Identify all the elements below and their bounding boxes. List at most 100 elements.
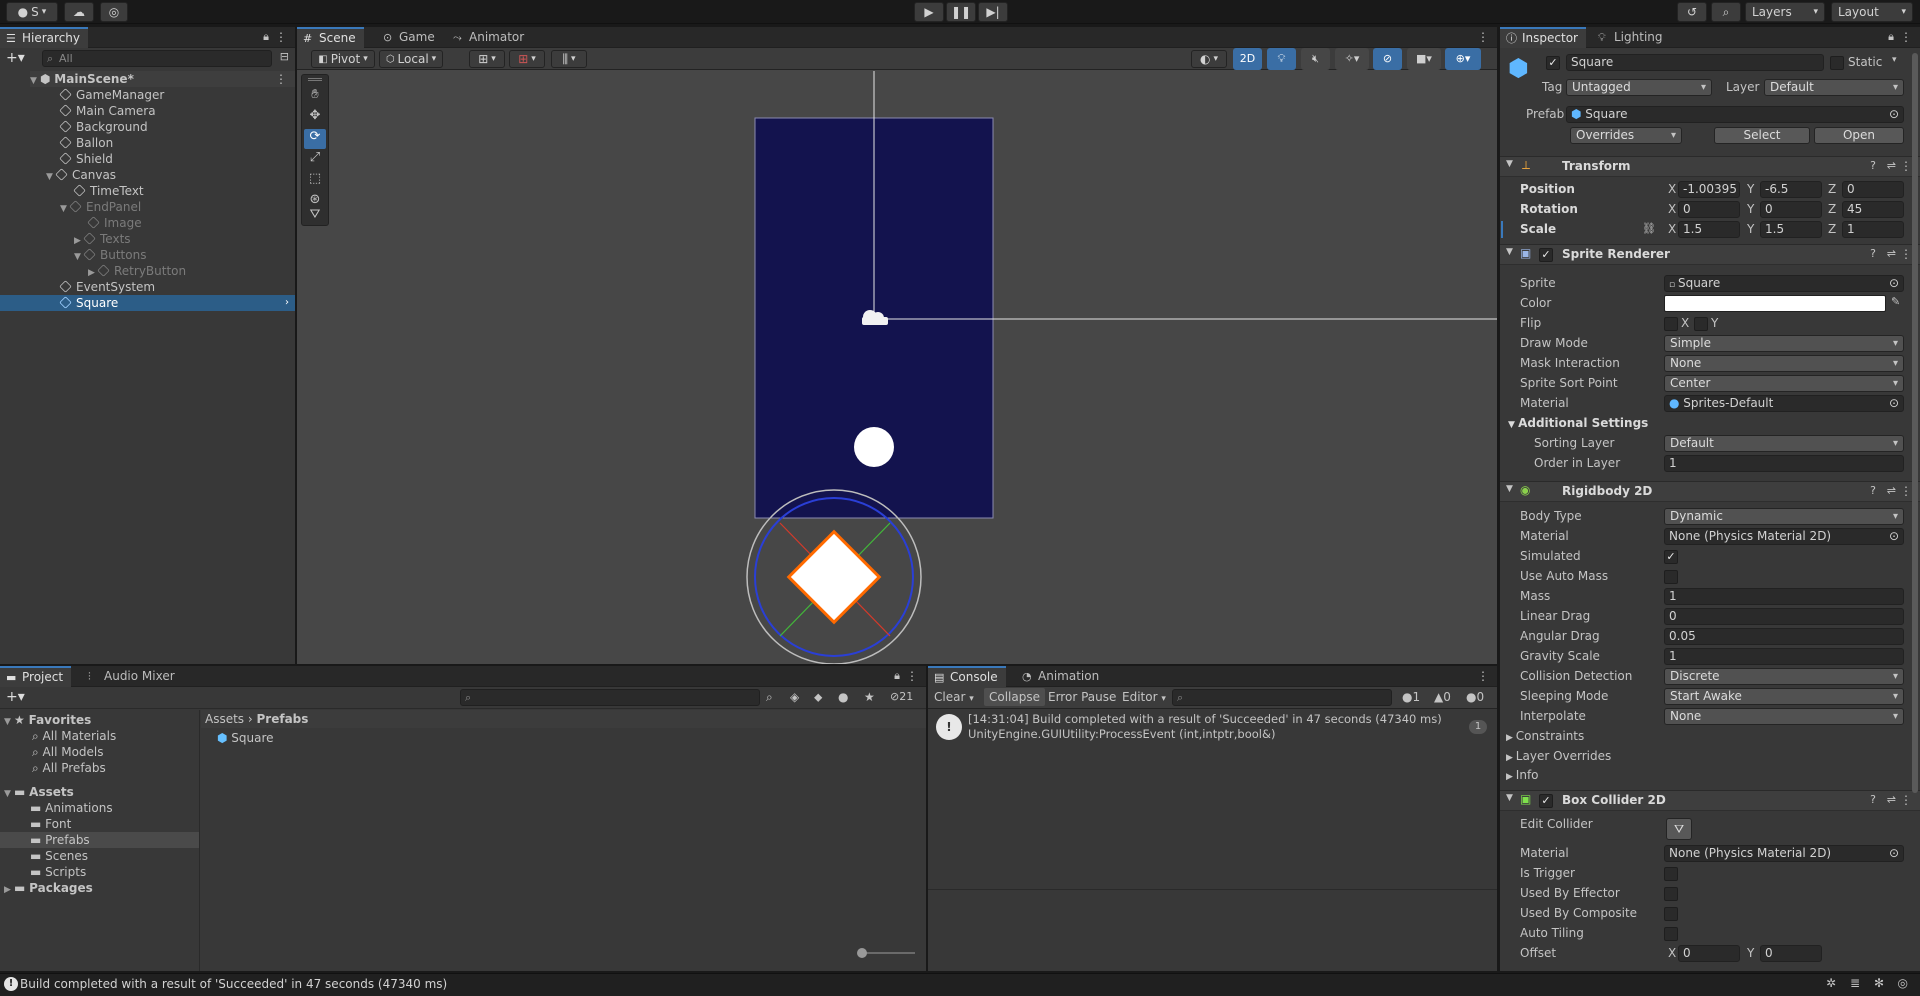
gravity-scale-field[interactable]: 1	[1664, 648, 1904, 665]
scene-canvas[interactable]	[297, 71, 1497, 664]
sorting-layer-dropdown[interactable]: Default	[1664, 435, 1904, 452]
folder-scripts[interactable]: ▬ Scripts	[30, 864, 86, 880]
star-icon[interactable]: ★	[864, 690, 875, 704]
auto-generate-lighting-icon[interactable]: ✻	[1874, 976, 1884, 990]
step-button[interactable]: ▶|	[978, 2, 1008, 22]
hierarchy-item-image[interactable]: Image	[87, 215, 142, 231]
hierarchy-search-input[interactable]: ⌕ All	[42, 50, 272, 67]
camera-dropdown[interactable]: ■▾	[1407, 48, 1441, 70]
preset-icon[interactable]: ⇌	[1887, 484, 1896, 497]
use-auto-mass-checkbox[interactable]	[1664, 570, 1678, 584]
play-button[interactable]: ▶	[914, 2, 944, 22]
hierarchy-item-main-camera[interactable]: Main Camera	[59, 103, 156, 119]
offset-x-field[interactable]: 0	[1678, 945, 1740, 962]
align-dropdown[interactable]: ⫼ ▾	[551, 50, 587, 68]
used-by-effector-checkbox[interactable]	[1664, 887, 1678, 901]
bc-material-field[interactable]: None (Physics Material 2D) ⊙	[1664, 845, 1904, 862]
scene-visibility-toggle[interactable]: ⊘	[1373, 48, 1402, 70]
kebab-menu-icon[interactable]: ⋮	[1900, 30, 1912, 44]
kebab-menu-icon[interactable]: ⋮	[1900, 247, 1912, 261]
ballon-sprite[interactable]	[854, 427, 894, 467]
body-type-dropdown[interactable]: Dynamic	[1664, 508, 1904, 525]
grid-snap-dropdown[interactable]: ⊞ ▾	[469, 50, 505, 68]
icon-size-slider-thumb[interactable]	[857, 948, 867, 958]
packages-node[interactable]: ▶ ▬ Packages	[4, 880, 93, 896]
lock-icon[interactable]: 🔒︎	[263, 30, 269, 44]
hierarchy-item-eventsystem[interactable]: EventSystem	[59, 279, 155, 295]
hierarchy-item-shield[interactable]: Shield	[59, 151, 113, 167]
help-icon[interactable]: ?	[1870, 793, 1876, 806]
kebab-menu-icon[interactable]: ⋮	[275, 71, 287, 87]
hierarchy-item-gamemanager[interactable]: GameManager	[59, 87, 164, 103]
is-trigger-checkbox[interactable]	[1664, 867, 1678, 881]
used-by-composite-checkbox[interactable]	[1664, 907, 1678, 921]
overrides-dropdown[interactable]: Overrides	[1570, 127, 1682, 144]
sprite-renderer-enabled-checkbox[interactable]: ✓	[1539, 248, 1553, 262]
bug-icon[interactable]: ✲	[1826, 976, 1836, 990]
console-splitter[interactable]	[928, 889, 1497, 890]
chevron-right-icon[interactable]: ›	[285, 295, 289, 311]
icon-size-slider[interactable]	[859, 952, 915, 954]
label-icon[interactable]: ⬥	[814, 690, 822, 705]
audio-toggle[interactable]: 🔇︎	[1301, 48, 1330, 70]
help-icon[interactable]: ?	[1870, 247, 1876, 260]
tab-console[interactable]: ▤ Console	[928, 666, 1006, 687]
mass-field[interactable]: 1	[1664, 588, 1904, 605]
increment-snap-dropdown[interactable]: ⊞ ▾	[509, 50, 545, 68]
favorite-all-prefabs[interactable]: ⌕ All Prefabs	[32, 760, 106, 776]
tag-dropdown[interactable]: Untagged	[1566, 79, 1712, 96]
folder-scenes[interactable]: ▬ Scenes	[30, 848, 88, 864]
flip-y-checkbox[interactable]	[1694, 317, 1708, 331]
link-icon[interactable]: ⛓	[1642, 222, 1656, 235]
breadcrumb-assets[interactable]: Assets	[205, 712, 244, 726]
box-collider-header[interactable]: ▼ ▣ ✓ Box Collider 2D ? ⇌ ⋮	[1500, 790, 1920, 811]
inspector-scrollbar[interactable]	[1912, 53, 1918, 793]
scene-row[interactable]: ▼ ⬢ MainScene* ⋮	[30, 71, 295, 87]
transform-header[interactable]: ▼ ⟂ Transform ? ⇌ ⋮	[1500, 156, 1920, 177]
tab-lighting[interactable]: 💡︎ Lighting	[1592, 27, 1671, 48]
rotation-x-field[interactable]: 0	[1678, 201, 1740, 218]
pause-button[interactable]: ❚❚	[946, 2, 976, 22]
status-check-icon[interactable]: ◎	[1898, 976, 1908, 990]
scale-y-field[interactable]: 1.5	[1760, 221, 1822, 238]
scale-x-field[interactable]: 1.5	[1678, 221, 1740, 238]
lock-icon[interactable]: 🔒︎	[1888, 30, 1894, 44]
draw-mode-dropdown[interactable]: Simple	[1664, 335, 1904, 352]
undo-history-button[interactable]: ↺	[1677, 2, 1707, 22]
kebab-menu-icon[interactable]: ⋮	[1477, 669, 1489, 683]
hierarchy-item-background[interactable]: Background	[59, 119, 148, 135]
preset-icon[interactable]: ⇌	[1887, 793, 1896, 806]
collab-button[interactable]: ◎	[100, 2, 128, 22]
kebab-menu-icon[interactable]: ⋮	[1900, 159, 1912, 173]
rb-material-field[interactable]: None (Physics Material 2D) ⊙	[1664, 528, 1904, 545]
log-count-toggle[interactable]: ●1	[1402, 690, 1420, 704]
collapse-toggle[interactable]: Collapse	[984, 688, 1045, 706]
clear-button[interactable]: Clear ▾	[934, 690, 974, 704]
help-icon[interactable]: ?	[1870, 159, 1876, 172]
console-search-input[interactable]: ⌕	[1172, 689, 1392, 706]
mask-interaction-dropdown[interactable]: None	[1664, 355, 1904, 372]
scale-z-field[interactable]: 1	[1842, 221, 1904, 238]
search-by-type-icon[interactable]: ⌕	[766, 690, 773, 705]
kebab-menu-icon[interactable]: ⋮	[1900, 793, 1912, 807]
position-y-field[interactable]: -6.5	[1760, 181, 1822, 198]
lock-icon[interactable]: 🔒︎	[894, 669, 900, 683]
editor-dropdown[interactable]: Editor ▾	[1122, 690, 1166, 704]
tab-animator[interactable]: ⤳ Animator	[447, 27, 532, 48]
static-checkbox[interactable]	[1830, 56, 1844, 70]
lighting-toggle[interactable]: 💡︎	[1267, 48, 1296, 70]
2d-toggle[interactable]: 2D	[1233, 48, 1262, 70]
active-checkbox[interactable]: ✓	[1546, 56, 1560, 70]
interpolate-dropdown[interactable]: None	[1664, 708, 1904, 725]
sprite-field[interactable]: ▫ Square ⊙	[1664, 275, 1904, 292]
search-options-icon[interactable]: ⊟	[280, 50, 289, 63]
hierarchy-item-timetext[interactable]: TimeText	[73, 183, 144, 199]
collision-detection-dropdown[interactable]: Discrete	[1664, 668, 1904, 685]
layout-dropdown[interactable]: Layout ▾	[1831, 2, 1913, 22]
local-dropdown[interactable]: ⬡ Local ▾	[379, 50, 443, 68]
sprite-renderer-header[interactable]: ▼ ▣ ✓ Sprite Renderer ? ⇌ ⋮	[1500, 244, 1920, 265]
hierarchy-item-buttons[interactable]: ▼ Buttons	[74, 247, 146, 263]
linear-drag-field[interactable]: 0	[1664, 608, 1904, 625]
help-icon[interactable]: ?	[1870, 484, 1876, 497]
rigidbody-header[interactable]: ▼ ◉ Rigidbody 2D ? ⇌ ⋮	[1500, 481, 1920, 502]
